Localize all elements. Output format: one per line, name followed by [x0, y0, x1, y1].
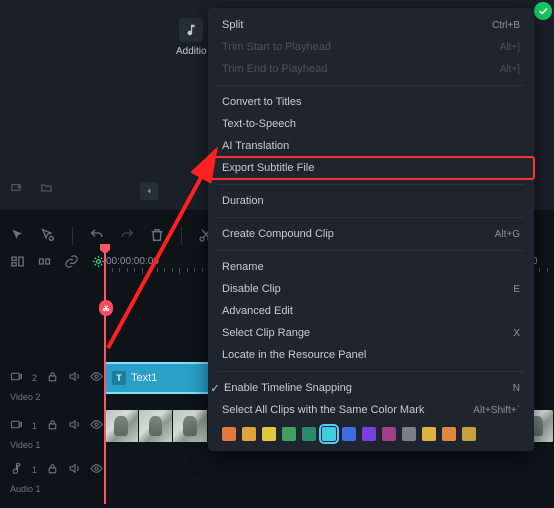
- redo-icon[interactable]: [119, 227, 135, 246]
- addition-media-item[interactable]: Additio: [176, 18, 206, 57]
- color-swatch[interactable]: [462, 427, 476, 441]
- timeline-view-icons: [10, 254, 106, 272]
- ctx-separator: [218, 371, 524, 372]
- video-track-icon[interactable]: [10, 370, 23, 386]
- visibility-icon[interactable]: [90, 370, 103, 386]
- lock-icon[interactable]: [46, 462, 59, 478]
- track-head-video1: 1: [0, 408, 104, 444]
- ctx-separator: [218, 250, 524, 251]
- ctx-export-subtitle[interactable]: Export Subtitle File: [208, 157, 534, 179]
- text-clip-label: Text1: [131, 372, 157, 384]
- color-swatch[interactable]: [242, 427, 256, 441]
- color-swatch[interactable]: [222, 427, 236, 441]
- track-head-video2: 2: [0, 360, 104, 396]
- color-swatch[interactable]: [422, 427, 436, 441]
- ctx-locate-resource[interactable]: Locate in the Resource Panel: [208, 344, 534, 366]
- magnet-icon[interactable]: [37, 254, 52, 272]
- link-icon[interactable]: [64, 254, 79, 272]
- panel-footer-icons: [10, 181, 54, 198]
- ctx-ai-translation[interactable]: AI Translation: [208, 135, 534, 157]
- select-tool-icon[interactable]: [40, 227, 56, 246]
- color-swatch[interactable]: [282, 427, 296, 441]
- color-swatch[interactable]: [262, 427, 276, 441]
- ctx-separator: [218, 217, 524, 218]
- text-clip-icon: T: [112, 371, 126, 385]
- ctx-rename[interactable]: Rename: [208, 256, 534, 278]
- color-swatch[interactable]: [402, 427, 416, 441]
- playhead[interactable]: [104, 244, 106, 504]
- track-index: 1: [32, 421, 37, 431]
- track-body-audio1[interactable]: [104, 458, 554, 482]
- visibility-icon[interactable]: [90, 418, 103, 434]
- track-label-video2: Video 2: [10, 392, 40, 402]
- ctx-convert-titles[interactable]: Convert to Titles: [208, 91, 534, 113]
- separator: [181, 227, 182, 245]
- ctx-select-clip-range[interactable]: Select Clip RangeX: [208, 322, 534, 344]
- track-audio1: 1: [0, 456, 554, 484]
- track-head-audio1: 1: [0, 456, 104, 484]
- ctx-separator: [218, 184, 524, 185]
- ctx-enable-snapping[interactable]: ✓Enable Timeline SnappingN: [208, 377, 534, 399]
- track-layout-icon[interactable]: [10, 254, 25, 272]
- track-index: 1: [32, 465, 37, 475]
- delete-icon[interactable]: [149, 227, 165, 246]
- audio-track-icon[interactable]: [10, 462, 23, 478]
- lock-icon[interactable]: [46, 370, 59, 386]
- folder-icon[interactable]: [40, 181, 54, 198]
- undo-icon[interactable]: [89, 227, 105, 246]
- ctx-separator: [218, 85, 524, 86]
- lock-icon[interactable]: [46, 418, 59, 434]
- context-menu: SplitCtrl+B Trim Start to PlayheadAlt+] …: [208, 8, 534, 451]
- ctx-compound-clip[interactable]: Create Compound ClipAlt+G: [208, 223, 534, 245]
- addition-label: Additio: [176, 46, 206, 57]
- pointer-tool-icon[interactable]: [10, 227, 26, 246]
- ctx-disable-clip[interactable]: Disable ClipE: [208, 278, 534, 300]
- mute-icon[interactable]: [68, 418, 81, 434]
- color-swatch[interactable]: [382, 427, 396, 441]
- ctx-duration[interactable]: Duration: [208, 190, 534, 212]
- ctx-color-swatches: [208, 421, 534, 445]
- new-folder-icon[interactable]: [10, 181, 24, 198]
- color-swatch[interactable]: [302, 427, 316, 441]
- cut-marker[interactable]: [99, 300, 113, 316]
- music-icon: [179, 18, 203, 42]
- ruler-time-0: 00:00:00:00: [106, 256, 159, 267]
- track-label-audio1: Audio 1: [10, 484, 41, 494]
- track-index: 2: [32, 373, 37, 383]
- ctx-tts[interactable]: Text-to-Speech: [208, 113, 534, 135]
- ctx-trim-end: Trim End to PlayheadAlt+]: [208, 58, 534, 80]
- mute-icon[interactable]: [68, 370, 81, 386]
- color-swatch[interactable]: [442, 427, 456, 441]
- ctx-select-same-color[interactable]: Select All Clips with the Same Color Mar…: [208, 399, 534, 421]
- ctx-advanced-edit[interactable]: Advanced Edit: [208, 300, 534, 322]
- check-icon: ✓: [208, 382, 222, 395]
- video-track-icon[interactable]: [10, 418, 23, 434]
- track-label-video1: Video 1: [10, 440, 40, 450]
- visibility-icon[interactable]: [90, 462, 103, 478]
- collapse-panel-button[interactable]: [140, 182, 158, 200]
- color-swatch[interactable]: [342, 427, 356, 441]
- status-check-badge: [534, 2, 552, 20]
- color-swatch[interactable]: [322, 427, 336, 441]
- ctx-trim-start: Trim Start to PlayheadAlt+]: [208, 36, 534, 58]
- mute-icon[interactable]: [68, 462, 81, 478]
- ctx-split[interactable]: SplitCtrl+B: [208, 14, 534, 36]
- separator: [72, 227, 73, 245]
- color-swatch[interactable]: [362, 427, 376, 441]
